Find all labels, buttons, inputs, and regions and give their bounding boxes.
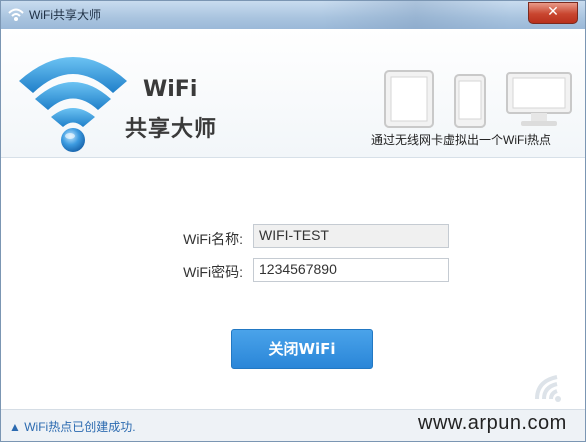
close-icon: ✕ — [547, 4, 559, 20]
brand-title: WiFi — [143, 77, 198, 102]
app-window: WiFi共享大师 ✕ WiFi 共享大师 通过无线网卡虚拟出一个WiFi热点 W… — [0, 0, 586, 442]
tablet-icon — [384, 70, 434, 128]
title-bar-glass — [321, 1, 511, 29]
status-message: ▲ WiFi热点已创建成功. — [9, 420, 136, 434]
close-button[interactable]: ✕ — [528, 2, 578, 24]
wifi-password-label: WiFi密码: — [183, 264, 243, 280]
header-caption: 通过无线网卡虚拟出一个WiFi热点 — [371, 133, 551, 147]
phone-icon — [454, 74, 486, 128]
wifi-logo-icon — [19, 57, 127, 152]
monitor-icon — [506, 72, 572, 126]
brand-subtitle: 共享大师 — [125, 117, 218, 142]
app-header: WiFi 共享大师 通过无线网卡虚拟出一个WiFi热点 — [1, 29, 585, 158]
toggle-wifi-button[interactable]: 关闭WiFi — [231, 329, 373, 369]
watermark: www.arpun.com — [418, 412, 567, 434]
title-bar[interactable]: WiFi共享大师 ✕ — [1, 1, 585, 29]
wifi-icon — [8, 8, 24, 21]
wifi-password-field[interactable]: 1234567890 — [253, 258, 449, 282]
device-illustration — [384, 70, 572, 128]
wifi-name-label: WiFi名称: — [183, 231, 243, 247]
window-title: WiFi共享大师 — [29, 8, 101, 22]
wifi-name-field[interactable]: WIFI-TEST — [253, 224, 449, 248]
signal-decoration-icon — [535, 375, 561, 402]
